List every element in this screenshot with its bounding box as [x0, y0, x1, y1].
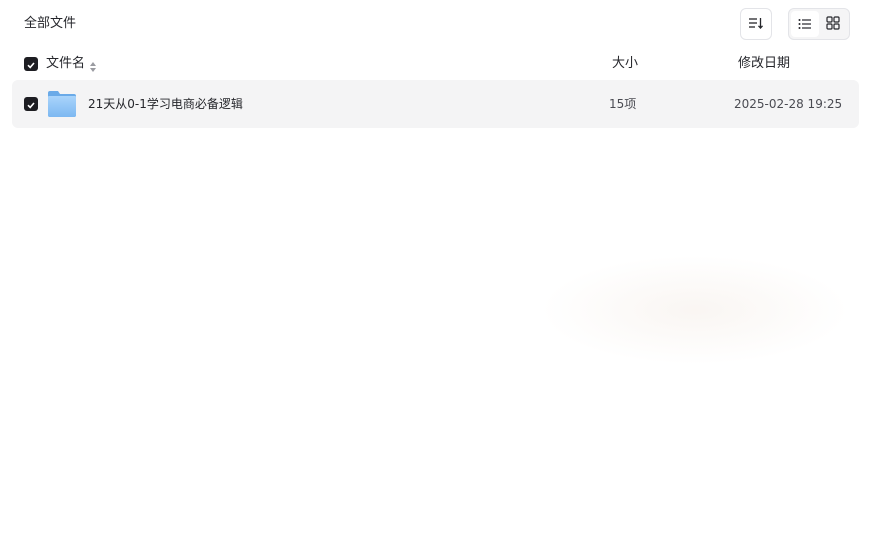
row-checkbox[interactable]	[24, 97, 38, 111]
checkmark-icon	[26, 55, 36, 74]
list-view-icon	[798, 15, 812, 34]
table-row[interactable]: 21天从0-1学习电商必备逻辑 15项 2025-02-28 19:25	[12, 80, 859, 128]
column-header-name[interactable]: 文件名	[46, 55, 85, 73]
list-view-button[interactable]	[791, 11, 819, 37]
file-manager-page: 全部文件 文件名 大小 修改日期 21天从0-1学习电商必备逻辑 15项 202…	[0, 0, 874, 538]
checkmark-icon	[26, 95, 36, 114]
background-glow	[540, 255, 850, 365]
file-size: 15项	[609, 97, 637, 111]
column-header-size[interactable]: 大小	[612, 55, 638, 73]
table-header: 文件名 大小 修改日期	[12, 48, 859, 80]
folder-icon	[47, 90, 77, 122]
grid-view-icon	[826, 15, 840, 34]
view-mode-toggle	[788, 8, 850, 40]
file-name[interactable]: 21天从0-1学习电商必备逻辑	[88, 95, 243, 113]
column-header-modified[interactable]: 修改日期	[738, 55, 790, 73]
sort-list-icon	[748, 15, 764, 34]
select-all-checkbox[interactable]	[24, 57, 38, 71]
file-modified-date: 2025-02-28 19:25	[734, 97, 843, 111]
grid-view-button[interactable]	[819, 11, 847, 37]
breadcrumb[interactable]: 全部文件	[24, 15, 76, 33]
sort-arrows-icon[interactable]	[89, 58, 97, 77]
sort-button[interactable]	[740, 8, 772, 40]
